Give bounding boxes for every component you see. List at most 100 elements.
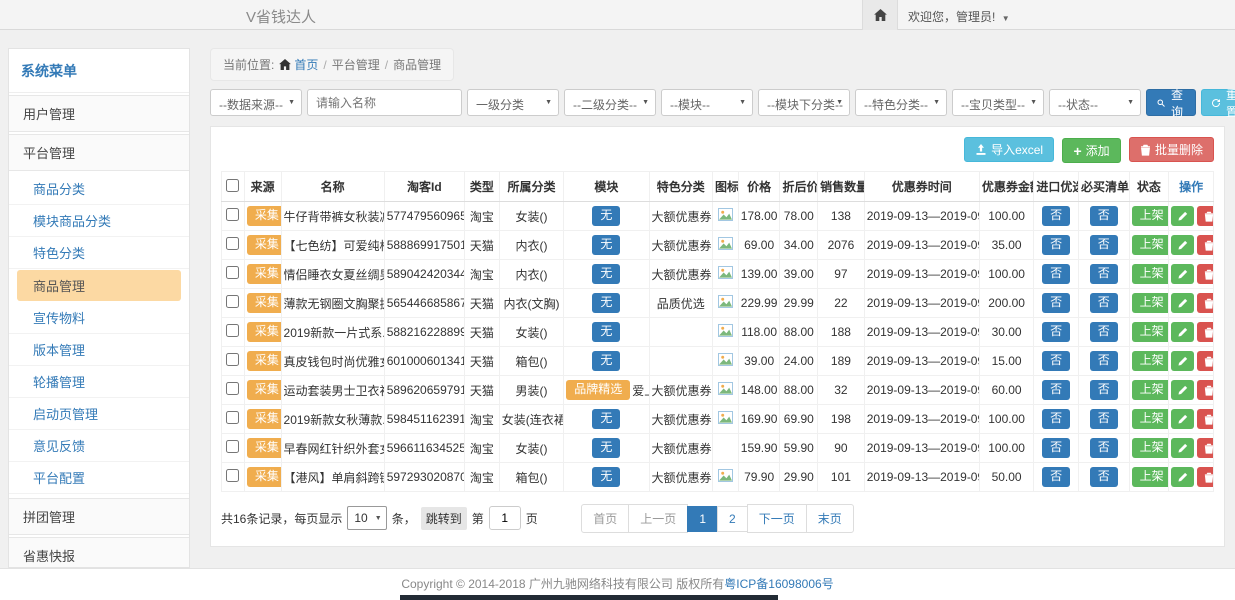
import-flag-badge[interactable]: 否 bbox=[1042, 438, 1070, 458]
delete-button[interactable] bbox=[1197, 206, 1213, 226]
delete-button[interactable] bbox=[1197, 467, 1213, 487]
sidebar-item[interactable]: 平台配置 bbox=[9, 462, 189, 494]
status-button[interactable]: 上架 bbox=[1132, 351, 1169, 371]
row-checkbox[interactable] bbox=[226, 295, 239, 308]
must-buy-flag-badge[interactable]: 否 bbox=[1090, 380, 1118, 400]
sidebar-item[interactable]: 轮播管理 bbox=[9, 366, 189, 398]
status-button[interactable]: 上架 bbox=[1132, 438, 1169, 458]
import-flag-badge[interactable]: 否 bbox=[1042, 380, 1070, 400]
edit-button[interactable] bbox=[1171, 264, 1194, 284]
sidebar-item[interactable]: 版本管理 bbox=[9, 334, 189, 366]
page-button[interactable]: 末页 bbox=[806, 504, 854, 533]
edit-button[interactable] bbox=[1171, 438, 1194, 458]
status-button[interactable]: 上架 bbox=[1132, 322, 1169, 342]
row-checkbox[interactable] bbox=[226, 440, 239, 453]
jump-button[interactable]: 跳转到 bbox=[421, 507, 467, 530]
sidebar-item[interactable]: 特色分类 bbox=[9, 237, 189, 269]
must-buy-flag-badge[interactable]: 否 bbox=[1090, 206, 1118, 226]
import-flag-badge[interactable]: 否 bbox=[1042, 467, 1070, 487]
status-button[interactable]: 上架 bbox=[1132, 467, 1169, 487]
sidebar-group[interactable]: 用户管理 bbox=[9, 95, 189, 132]
jump-page-input[interactable] bbox=[489, 506, 521, 530]
search-button[interactable]: 查询 bbox=[1146, 89, 1196, 116]
status-button[interactable]: 上架 bbox=[1132, 380, 1169, 400]
status-button[interactable]: 上架 bbox=[1132, 235, 1169, 255]
page-button[interactable]: 下一页 bbox=[747, 504, 807, 533]
sidebar-group[interactable]: 平台管理 bbox=[9, 134, 189, 171]
delete-button[interactable] bbox=[1197, 380, 1213, 400]
delete-button[interactable] bbox=[1197, 235, 1213, 255]
delete-button[interactable] bbox=[1197, 438, 1213, 458]
per-page-select[interactable]: 10▼ bbox=[347, 506, 386, 530]
filter-select[interactable]: --状态--▼ bbox=[1049, 89, 1141, 116]
sidebar-item[interactable]: 商品分类 bbox=[9, 173, 189, 205]
sidebar-item[interactable]: 商品管理 bbox=[17, 270, 181, 301]
status-button[interactable]: 上架 bbox=[1132, 409, 1169, 429]
row-checkbox[interactable] bbox=[226, 411, 239, 424]
edit-button[interactable] bbox=[1171, 322, 1194, 342]
filter-select[interactable]: --数据来源--▼ bbox=[210, 89, 302, 116]
page-button[interactable]: 上一页 bbox=[628, 504, 688, 533]
row-checkbox[interactable] bbox=[226, 237, 239, 250]
sidebar-item[interactable]: 模块商品分类 bbox=[9, 205, 189, 237]
breadcrumb-home-link[interactable]: 首页 bbox=[279, 56, 318, 73]
status-button[interactable]: 上架 bbox=[1132, 206, 1169, 226]
import-flag-badge[interactable]: 否 bbox=[1042, 206, 1070, 226]
delete-button[interactable] bbox=[1197, 409, 1213, 429]
status-button[interactable]: 上架 bbox=[1132, 293, 1169, 313]
filter-select[interactable]: --模块--▼ bbox=[661, 89, 753, 116]
icp-link[interactable]: 粤ICP备16098006号 bbox=[724, 577, 833, 591]
import-excel-button[interactable]: 导入excel bbox=[964, 137, 1054, 162]
add-button[interactable]: + 添加 bbox=[1062, 138, 1120, 163]
must-buy-flag-badge[interactable]: 否 bbox=[1090, 264, 1118, 284]
batch-delete-button[interactable]: 批量删除 bbox=[1129, 137, 1214, 162]
filter-select[interactable]: --模块下分类--▼ bbox=[758, 89, 850, 116]
row-checkbox[interactable] bbox=[226, 266, 239, 279]
user-menu[interactable]: 欢迎您，管理员! ▼ bbox=[908, 8, 1010, 25]
row-checkbox[interactable] bbox=[226, 469, 239, 482]
edit-button[interactable] bbox=[1171, 293, 1194, 313]
import-flag-badge[interactable]: 否 bbox=[1042, 351, 1070, 371]
import-flag-badge[interactable]: 否 bbox=[1042, 264, 1070, 284]
delete-button[interactable] bbox=[1197, 322, 1213, 342]
must-buy-flag-badge[interactable]: 否 bbox=[1090, 438, 1118, 458]
delete-button[interactable] bbox=[1197, 293, 1213, 313]
sidebar-group[interactable]: 省惠快报 bbox=[9, 537, 189, 568]
name-search-input[interactable] bbox=[307, 89, 462, 116]
import-flag-badge[interactable]: 否 bbox=[1042, 235, 1070, 255]
row-checkbox[interactable] bbox=[226, 353, 239, 366]
sidebar-group[interactable]: 拼团管理 bbox=[9, 498, 189, 535]
edit-button[interactable] bbox=[1171, 409, 1194, 429]
import-flag-badge[interactable]: 否 bbox=[1042, 409, 1070, 429]
delete-button[interactable] bbox=[1197, 264, 1213, 284]
status-button[interactable]: 上架 bbox=[1132, 264, 1169, 284]
filter-select[interactable]: --特色分类--▼ bbox=[855, 89, 947, 116]
must-buy-flag-badge[interactable]: 否 bbox=[1090, 293, 1118, 313]
sidebar-item[interactable]: 意见反馈 bbox=[9, 430, 189, 462]
import-flag-badge[interactable]: 否 bbox=[1042, 322, 1070, 342]
edit-button[interactable] bbox=[1171, 351, 1194, 371]
row-checkbox[interactable] bbox=[226, 382, 239, 395]
edit-button[interactable] bbox=[1171, 380, 1194, 400]
must-buy-flag-badge[interactable]: 否 bbox=[1090, 322, 1118, 342]
edit-button[interactable] bbox=[1171, 206, 1194, 226]
page-button[interactable]: 1 bbox=[687, 506, 718, 532]
must-buy-flag-badge[interactable]: 否 bbox=[1090, 467, 1118, 487]
import-flag-badge[interactable]: 否 bbox=[1042, 293, 1070, 313]
must-buy-flag-badge[interactable]: 否 bbox=[1090, 409, 1118, 429]
filter-select[interactable]: --二级分类--▼ bbox=[564, 89, 656, 116]
page-button[interactable]: 首页 bbox=[581, 504, 629, 533]
edit-button[interactable] bbox=[1171, 467, 1194, 487]
home-button[interactable] bbox=[862, 0, 898, 30]
filter-select[interactable]: --宝贝类型--▼ bbox=[952, 89, 1044, 116]
row-checkbox[interactable] bbox=[226, 208, 239, 221]
delete-button[interactable] bbox=[1197, 351, 1213, 371]
page-button[interactable]: 2 bbox=[717, 506, 748, 532]
edit-button[interactable] bbox=[1171, 235, 1194, 255]
filter-select[interactable]: 一级分类▼ bbox=[467, 89, 559, 116]
reset-button[interactable]: 重置 bbox=[1201, 89, 1235, 116]
horizontal-scrollbar-thumb[interactable] bbox=[400, 595, 778, 600]
must-buy-flag-badge[interactable]: 否 bbox=[1090, 351, 1118, 371]
sidebar-item[interactable]: 启动页管理 bbox=[9, 398, 189, 430]
sidebar-item[interactable]: 宣传物料 bbox=[9, 302, 189, 334]
